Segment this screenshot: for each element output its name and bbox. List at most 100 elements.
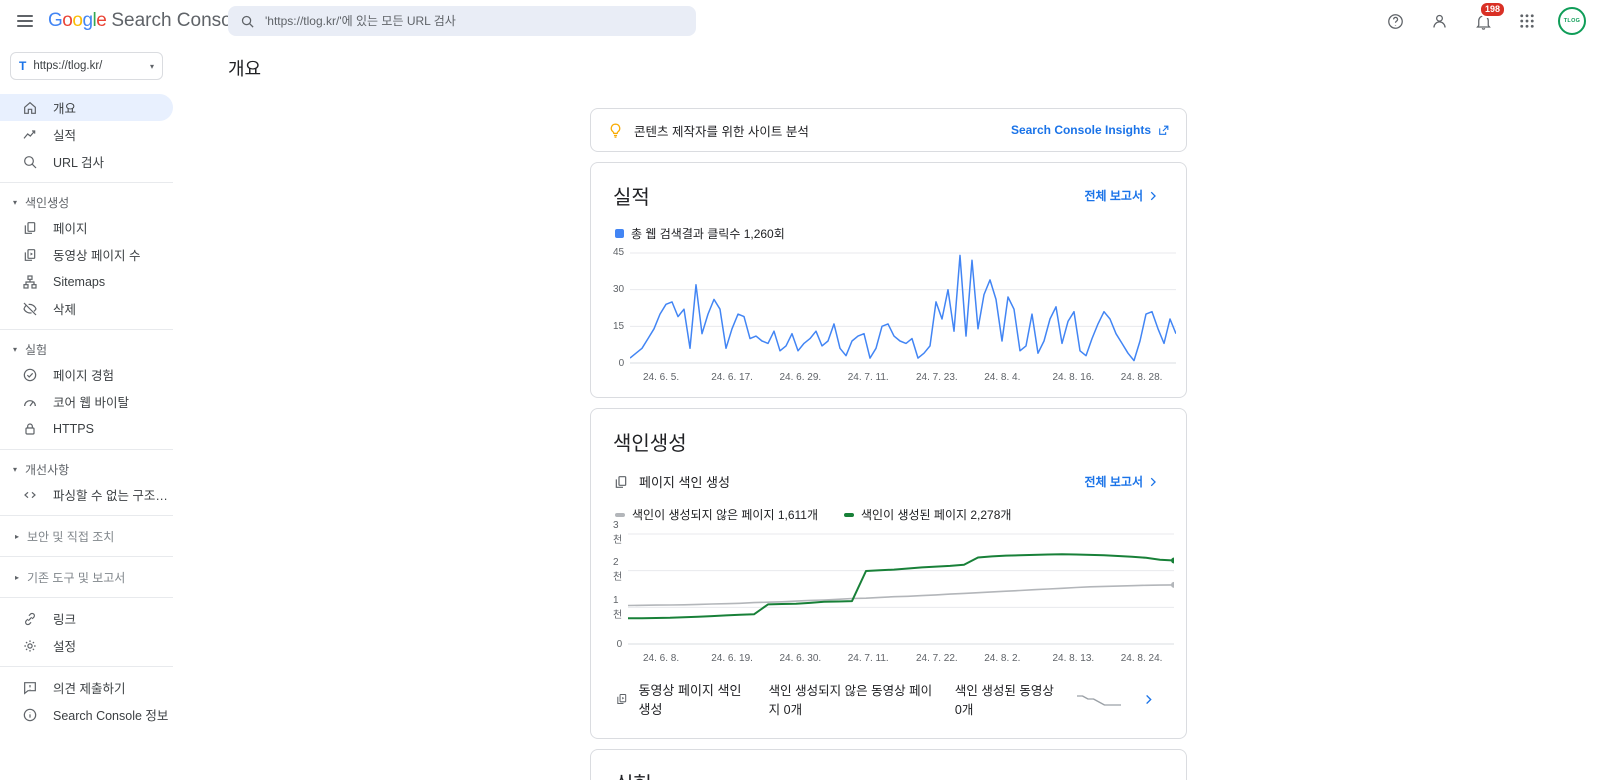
sidebar-item-label: 설정: [53, 636, 76, 655]
sidebar-item-links[interactable]: 링크: [0, 605, 173, 632]
sidebar-item-https[interactable]: HTTPS: [0, 415, 173, 442]
sidebar-item-page-experience[interactable]: 페이지 경험: [0, 361, 173, 388]
caret-down-icon: ▾: [13, 345, 17, 354]
url-inspect-search-bar[interactable]: [228, 6, 696, 36]
sidebar-section-enhancements[interactable]: ▾ 개선사항: [0, 457, 173, 481]
indexed-legend-marker: [844, 513, 854, 517]
sidebar-item-label: 페이지: [53, 218, 88, 237]
chevron-right-icon: [1146, 475, 1160, 489]
performance-card-title: 실적: [613, 181, 650, 210]
sidebar-section-indexing[interactable]: ▾ 색인생성: [0, 190, 173, 214]
x-tick-label: 24. 6. 29.: [780, 372, 848, 383]
x-tick-label: 24. 8. 28.: [1121, 372, 1189, 383]
indexing-chart: 3천2천1천0: [613, 533, 1160, 646]
pages-icon: [22, 220, 38, 236]
notifications-button[interactable]: 198: [1470, 8, 1496, 34]
insights-banner-text: 콘텐츠 제작자를 위한 사이트 분석: [634, 121, 809, 140]
sidebar-item-label: URL 검사: [53, 152, 104, 171]
sidebar-section-security[interactable]: ▸ 보안 및 직접 조치: [0, 523, 173, 549]
section-label: 개선사항: [25, 461, 69, 478]
x-tick-label: 24. 6. 17.: [711, 372, 779, 383]
google-logo-letter: o: [72, 10, 82, 31]
topbar: Google Search Console 198 TLOG: [0, 0, 1600, 42]
performance-chart: 4530150: [613, 252, 1160, 365]
feedback-icon: [22, 680, 38, 696]
google-apps-button[interactable]: [1514, 8, 1540, 34]
performance-full-report-link[interactable]: 전체 보고서: [1084, 187, 1160, 204]
sidebar-item-about[interactable]: Search Console 정보: [0, 701, 173, 728]
property-selector[interactable]: T https://tlog.kr/ ▾: [10, 52, 163, 80]
url-inspect-input[interactable]: [265, 14, 684, 28]
clicks-legend-label: 총 웹 검색결과 클릭수 1,260회: [631, 225, 785, 242]
video-indexing-row[interactable]: 동영상 페이지 색인 생성 색인 생성되지 않은 동영상 페이지 0개 색인 생…: [613, 664, 1160, 724]
lightbulb-icon: [607, 122, 624, 139]
insights-link[interactable]: Search Console Insights: [1011, 123, 1170, 137]
x-tick-label: 24. 8. 13.: [1053, 653, 1121, 664]
divider: [0, 597, 173, 598]
sidebar-item-video-pages[interactable]: 동영상 페이지 수: [0, 241, 173, 268]
search-icon: [240, 14, 255, 29]
search-icon: [22, 154, 38, 170]
sidebar-item-sitemaps[interactable]: Sitemaps: [0, 268, 173, 295]
experience-card-title: 실험: [615, 768, 1162, 780]
sidebar-item-overview[interactable]: 개요: [0, 94, 173, 121]
google-logo-letter: e: [96, 10, 106, 31]
gear-icon: [22, 638, 38, 654]
indexing-card: 색인생성 페이지 색인 생성 전체 보고서 색인이 생성되지 않은 페이지 1,…: [590, 408, 1187, 739]
sidebar-item-removals[interactable]: 삭제: [0, 295, 173, 322]
help-icon: [1386, 12, 1405, 31]
experience-card-partial: 실험: [590, 749, 1187, 780]
notification-count-badge: 198: [1479, 1, 1506, 18]
caret-down-icon: ▾: [13, 465, 17, 474]
indexing-full-report-link[interactable]: 전체 보고서: [1084, 473, 1160, 490]
hamburger-menu-button[interactable]: [6, 2, 44, 40]
sidebar-item-label: 개요: [53, 98, 76, 117]
video-indexing-chevron-button[interactable]: [1141, 692, 1156, 707]
divider: [0, 182, 173, 183]
help-button[interactable]: [1382, 8, 1408, 34]
report-link-label: 전체 보고서: [1084, 187, 1143, 204]
sidebar-item-label: 파싱할 수 없는 구조화된 ...: [53, 485, 173, 504]
cards-column: 콘텐츠 제작자를 위한 사이트 분석 Search Console Insigh…: [590, 108, 1187, 780]
avatar[interactable]: TLOG: [1558, 7, 1586, 35]
divider: [0, 515, 173, 516]
account-settings-button[interactable]: [1426, 8, 1452, 34]
sidebar-item-pages[interactable]: 페이지: [0, 214, 173, 241]
sidebar-section-experience[interactable]: ▾ 실험: [0, 337, 173, 361]
topbar-actions: 198 TLOG: [1382, 7, 1600, 35]
main-content: 개요 콘텐츠 제작자를 위한 사이트 분석 Search Console Ins…: [228, 42, 1600, 780]
x-tick-label: 24. 8. 4.: [984, 372, 1052, 383]
sidebar-item-unparsable-structured-data[interactable]: 파싱할 수 없는 구조화된 ...: [0, 481, 173, 508]
chevron-down-icon: ▾: [150, 62, 154, 71]
report-link-label: 전체 보고서: [1084, 473, 1143, 490]
sidebar-item-core-web-vitals[interactable]: 코어 웹 바이탈: [0, 388, 173, 415]
chevron-right-icon: [1146, 189, 1160, 203]
x-tick-label: 24. 6. 30.: [780, 653, 848, 664]
sidebar-item-settings[interactable]: 설정: [0, 632, 173, 659]
insights-banner: 콘텐츠 제작자를 위한 사이트 분석 Search Console Insigh…: [590, 108, 1187, 152]
sidebar-item-label: 의견 제출하기: [53, 678, 125, 697]
hamburger-icon: [17, 12, 33, 30]
external-link-icon: [1157, 124, 1170, 137]
sidebar-item-label: 코어 웹 바이탈: [53, 392, 129, 411]
app-logo: Google Search Console: [48, 10, 247, 32]
sidebar-item-performance[interactable]: 실적: [0, 121, 173, 148]
sidebar-item-label: 링크: [53, 609, 76, 628]
performance-legend: 총 웹 검색결과 클릭수 1,260회: [615, 225, 1160, 242]
sidebar-item-feedback[interactable]: 의견 제출하기: [0, 674, 173, 701]
sidebar-item-url-inspection[interactable]: URL 검사: [0, 148, 173, 175]
not-indexed-legend-marker: [615, 513, 625, 517]
info-icon: [22, 707, 38, 723]
sidebar: T https://tlog.kr/ ▾ 개요 실적 URL 검사 ▾ 색인생성…: [0, 42, 173, 780]
page-title: 개요: [228, 55, 1600, 81]
lock-icon: [22, 421, 38, 437]
divider: [0, 666, 173, 667]
x-tick-label: 24. 8. 2.: [984, 653, 1052, 664]
apps-grid-icon: [1518, 12, 1536, 30]
gauge-icon: [22, 394, 38, 410]
sidebar-section-legacy-tools[interactable]: ▸ 기존 도구 및 보고서: [0, 564, 173, 590]
page-indexing-subtitle: 페이지 색인 생성: [639, 472, 730, 491]
insights-link-label: Search Console Insights: [1011, 123, 1151, 137]
sidebar-item-label: 실적: [53, 125, 76, 144]
section-label: 보안 및 직접 조치: [27, 528, 114, 545]
